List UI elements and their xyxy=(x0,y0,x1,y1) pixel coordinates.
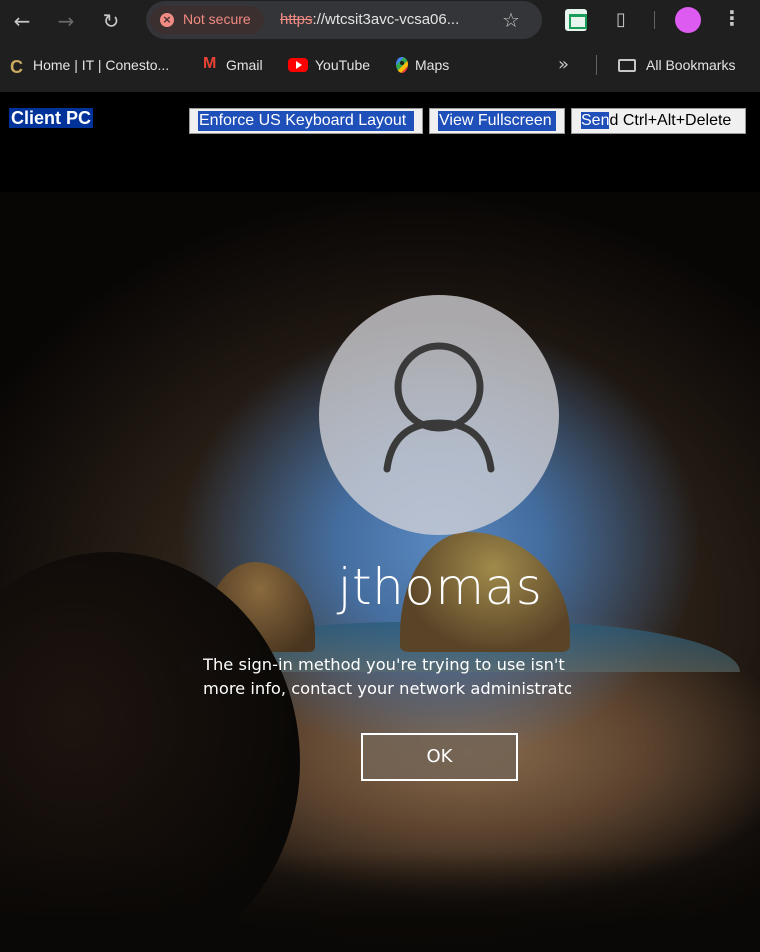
security-label: Not secure xyxy=(183,11,251,27)
url-rest: ://wtcsit3avc-vcsa06... xyxy=(312,11,460,28)
back-arrow-icon[interactable]: ← xyxy=(8,7,36,35)
send-ctrl-alt-delete-button[interactable]: Send Ctrl+Alt+Delete xyxy=(571,108,746,134)
conestoga-icon: C xyxy=(10,57,23,77)
toolbar-divider xyxy=(654,11,655,29)
gmail-icon xyxy=(203,55,219,73)
profile-avatar[interactable] xyxy=(675,7,701,33)
all-bookmarks-label: All Bookmarks xyxy=(646,57,736,73)
bookmark-youtube[interactable]: YouTube xyxy=(288,57,370,77)
reload-icon[interactable]: ↻ xyxy=(97,7,125,35)
url-text[interactable]: https://wtcsit3avc-vcsa06... xyxy=(280,11,459,28)
bookmark-maps[interactable]: Maps xyxy=(396,57,449,77)
bookmark-gmail[interactable]: Gmail xyxy=(203,55,263,77)
bookmarks-bar: C Home | IT | Conesto... Gmail YouTube Ma… xyxy=(0,42,760,92)
mail-extension-icon[interactable] xyxy=(565,9,587,31)
ok-button[interactable]: OK xyxy=(361,733,518,781)
username-text: jthomas xyxy=(337,558,543,616)
enforce-keyboard-button[interactable]: Enforce US Keyboard Layout xyxy=(189,108,423,134)
bookmarks-divider xyxy=(596,55,597,75)
send-cad-highlight: Sen xyxy=(581,112,610,129)
bookmark-label: Gmail xyxy=(226,57,263,73)
forward-arrow-icon[interactable]: → xyxy=(52,7,80,35)
all-bookmarks[interactable]: All Bookmarks xyxy=(618,57,735,77)
bookmark-label: Home | IT | Conesto... xyxy=(33,57,170,73)
enforce-keyboard-label: Enforce US Keyboard Layout xyxy=(198,111,414,131)
username: jthomas xyxy=(0,557,760,617)
bookmark-star-icon[interactable]: ☆ xyxy=(502,8,520,32)
view-fullscreen-button[interactable]: View Fullscreen xyxy=(429,108,565,134)
user-avatar xyxy=(319,295,559,535)
extensions-puzzle-icon[interactable]: ▯ xyxy=(610,9,632,31)
console-title: Client PC xyxy=(9,108,94,128)
maps-icon xyxy=(396,57,408,73)
security-chip[interactable]: × Not secure xyxy=(150,6,264,34)
bookmark-label: YouTube xyxy=(315,57,371,73)
youtube-icon xyxy=(288,58,308,72)
send-cad-label: Send Ctrl+Alt+Delete xyxy=(580,111,737,131)
menu-kebab-icon[interactable]: ⋮ xyxy=(722,6,742,30)
message-line-1: The sign-in method you're trying to use … xyxy=(203,655,565,674)
url-scheme: https xyxy=(280,11,313,28)
view-fullscreen-label: View Fullscreen xyxy=(438,111,556,131)
wallpaper-shadow-bottom xyxy=(0,852,760,952)
user-silhouette-icon xyxy=(383,342,495,473)
chevron-double-right-icon[interactable]: » xyxy=(558,54,569,75)
send-cad-rest: d Ctrl+Alt+Delete xyxy=(609,112,732,129)
browser-toolbar: ← → ↻ × Not secure https://wtcsit3avc-vc… xyxy=(0,0,760,42)
bookmark-label: Maps xyxy=(415,57,450,73)
bookmark-conestoga[interactable]: C Home | IT | Conesto... xyxy=(10,57,169,77)
not-secure-icon: × xyxy=(160,13,174,27)
remote-console[interactable]: Client PC Enforce US Keyboard Layout Vie… xyxy=(0,92,760,952)
folder-icon xyxy=(618,59,636,72)
message-line-2: more info, contact your network administ… xyxy=(203,679,571,698)
signin-error-message: The sign-in method you're trying to use … xyxy=(203,653,571,705)
address-bar[interactable]: × Not secure https://wtcsit3avc-vcsa06..… xyxy=(146,1,542,39)
